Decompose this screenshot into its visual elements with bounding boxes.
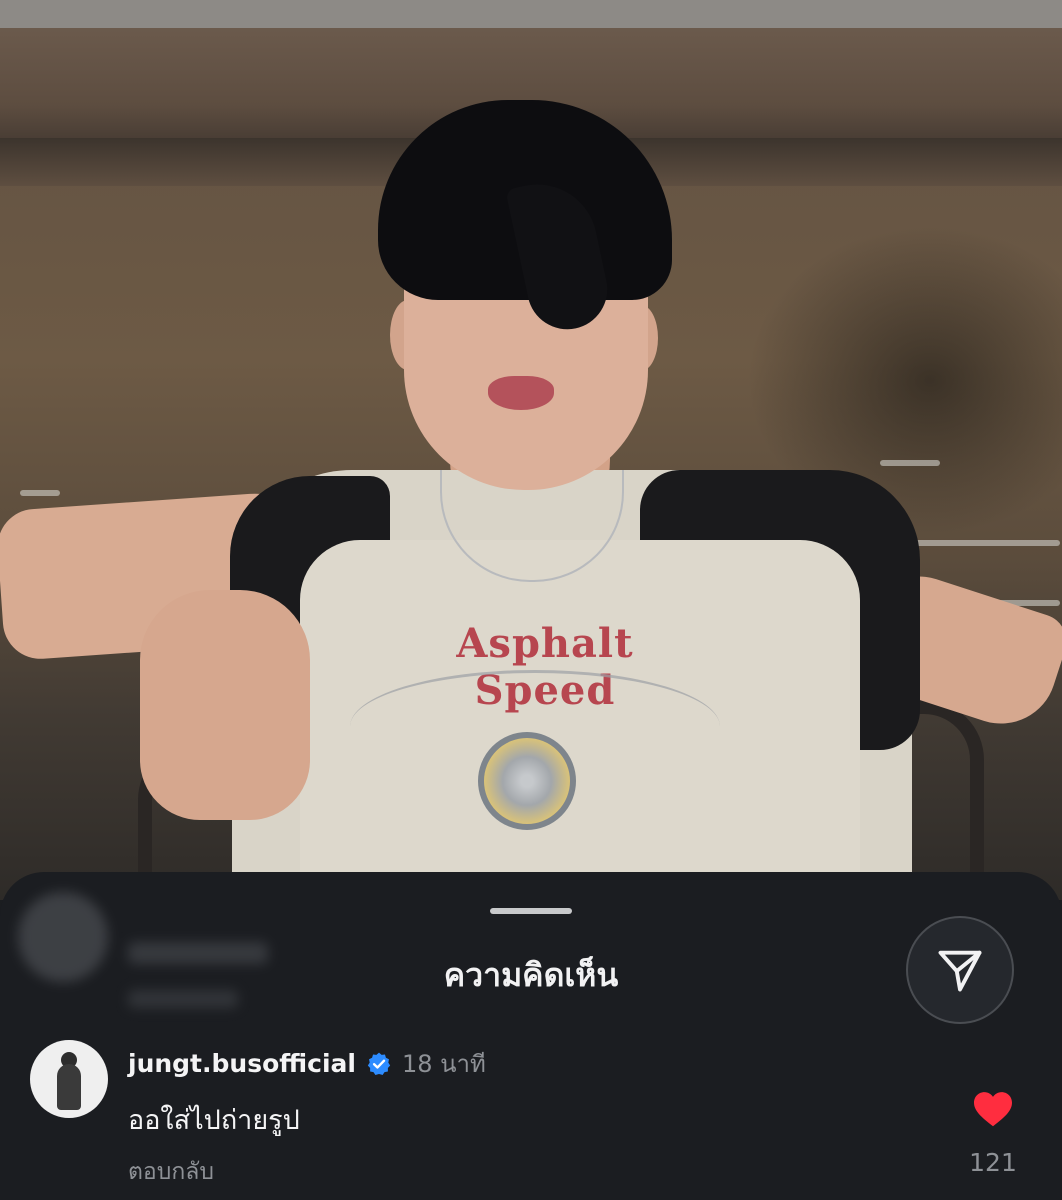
heart-filled-icon[interactable] [972, 1090, 1014, 1128]
verified-badge-icon [367, 1052, 391, 1075]
sheet-drag-handle[interactable] [490, 908, 572, 914]
shirt-print-wheel [478, 732, 576, 830]
comment-item: jungt.busofficial 18 นาที ออใส่ไปถ่ายรูป… [0, 1036, 1062, 1200]
avatar-figure-body [57, 1064, 81, 1110]
username-link[interactable]: jungt.busofficial [128, 1049, 356, 1078]
send-icon [938, 950, 982, 992]
left-hand [140, 590, 310, 820]
comments-sheet: ความคิดเห็น jungt.busofficial 18 นาที ออ… [0, 872, 1062, 1200]
like-count: 121 [969, 1148, 1017, 1177]
sheet-title: ความคิดเห็น [443, 956, 619, 994]
avatar[interactable] [30, 1040, 108, 1118]
comment-timestamp: 18 นาที [401, 1050, 486, 1078]
mouth [488, 376, 554, 410]
share-button[interactable] [906, 916, 1014, 1024]
person-figure: Asphalt Speed [0, 0, 1062, 900]
post-photo: Asphalt Speed [0, 0, 1062, 900]
reply-button[interactable]: ตอบกลับ [128, 1154, 214, 1190]
comment-header: jungt.busofficial 18 นาที [128, 1044, 486, 1083]
comment-text: ออใส่ไปถ่ายรูป [128, 1105, 300, 1136]
